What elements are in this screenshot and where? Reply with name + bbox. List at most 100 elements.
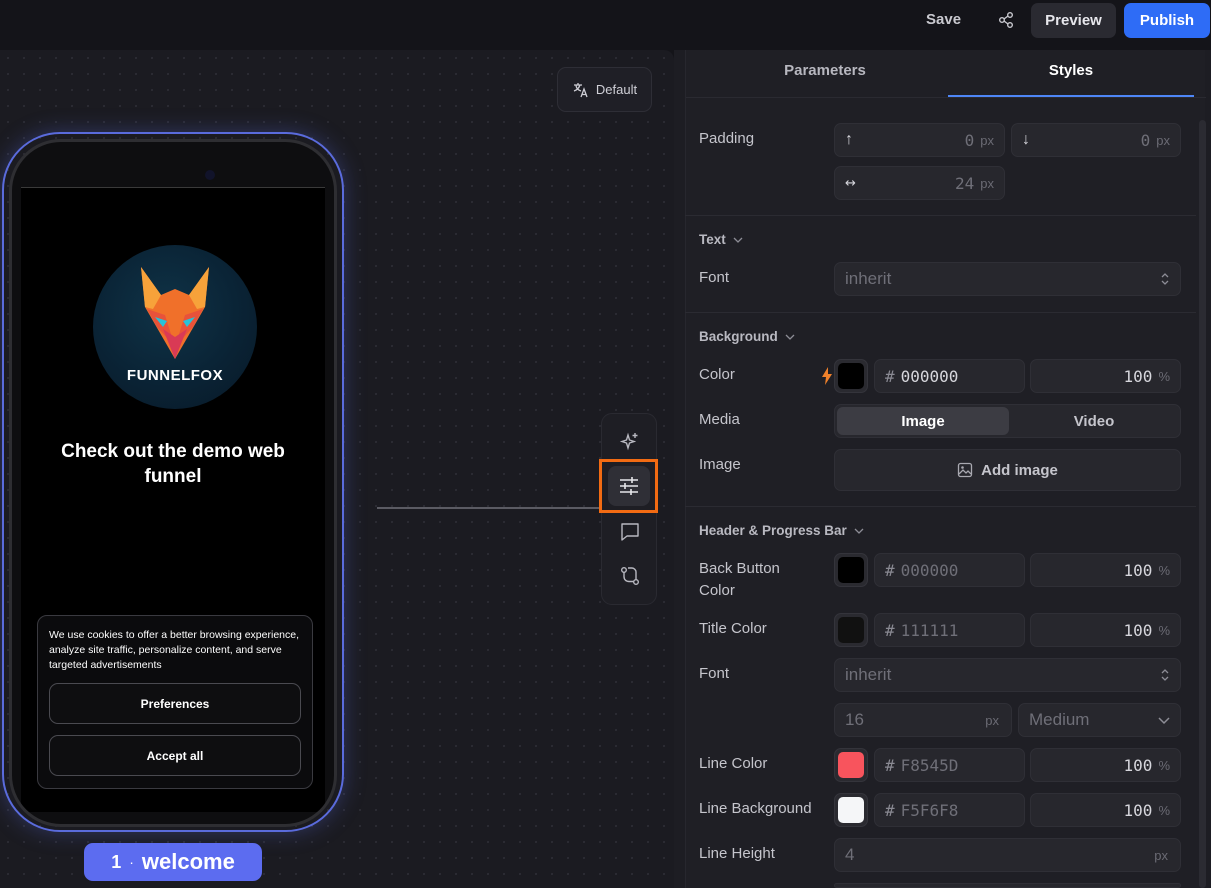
- background-section-title: Background: [699, 329, 778, 344]
- chevron-updown-icon: [1161, 273, 1169, 285]
- title-opacity-field[interactable]: 100 %: [1030, 613, 1181, 647]
- header-section-toggle[interactable]: Header & Progress Bar: [699, 523, 864, 538]
- title-color-hex: 111111: [900, 620, 959, 640]
- percent-unit: %: [1158, 802, 1170, 818]
- section-divider: [685, 312, 1196, 313]
- styles-tool-button[interactable]: [599, 459, 658, 513]
- back-button-opacity-field[interactable]: 100 %: [1030, 553, 1181, 587]
- header-font-weight-select[interactable]: Medium: [1018, 703, 1181, 737]
- line-background-hex-field[interactable]: # F5F6F8: [874, 793, 1025, 827]
- back-button-color-hex: 000000: [900, 560, 959, 580]
- image-label: Image: [699, 456, 741, 473]
- text-section-toggle[interactable]: Text: [699, 232, 743, 247]
- save-button[interactable]: Save: [926, 8, 961, 32]
- background-opacity-value: 100: [1123, 366, 1153, 386]
- arrows-horizontal-icon: ↔: [845, 175, 856, 191]
- accept-all-button[interactable]: Accept all: [49, 735, 301, 776]
- step-name: welcome: [141, 849, 235, 874]
- title-color-swatch[interactable]: [834, 613, 868, 647]
- top-bar: Save Preview Publish: [0, 0, 1211, 50]
- hash-symbol: #: [885, 620, 895, 640]
- title-color-chip: [838, 617, 864, 643]
- preview-button[interactable]: Preview: [1031, 3, 1116, 38]
- back-button-color-hex-field[interactable]: # 000000: [874, 553, 1025, 587]
- step-number: 1: [111, 851, 122, 872]
- back-button-color-swatch[interactable]: [834, 553, 868, 587]
- line-background-label: Line Background: [699, 800, 812, 817]
- line-color-swatch[interactable]: [834, 748, 868, 782]
- translate-icon: [573, 82, 588, 97]
- fox-icon: [141, 267, 209, 359]
- lightning-icon[interactable]: [822, 367, 832, 385]
- padding-label: Padding: [699, 130, 755, 147]
- media-image-option[interactable]: Image: [837, 407, 1009, 435]
- text-font-value: inherit: [845, 269, 892, 288]
- percent-unit: %: [1158, 562, 1170, 578]
- background-section-toggle[interactable]: Background: [699, 329, 795, 344]
- line-height-value: 4: [845, 845, 855, 864]
- line-background-chip: [838, 797, 864, 823]
- add-image-label: Add image: [981, 461, 1058, 479]
- ai-sparkle-icon[interactable]: [608, 422, 652, 462]
- section-divider: [685, 215, 1196, 216]
- editor-canvas[interactable]: Default FUNNELFOX Check out the demo web…: [0, 50, 674, 888]
- chevron-down-icon: [854, 528, 864, 534]
- line-opacity-field[interactable]: 100 %: [1030, 748, 1181, 782]
- font-size-unit: px: [985, 713, 999, 728]
- line-opacity-value: 100: [1123, 755, 1153, 775]
- phone-screen[interactable]: FUNNELFOX Check out the demo web funnel …: [21, 187, 325, 812]
- panel-scrollbar[interactable]: [1199, 120, 1206, 888]
- line-height-unit: px: [1154, 848, 1168, 863]
- padding-horizontal-unit: px: [980, 175, 994, 191]
- title-color-hex-field[interactable]: # 111111: [874, 613, 1025, 647]
- cookie-text: We use cookies to offer a better browsin…: [49, 629, 300, 671]
- padding-horizontal-field[interactable]: ↔ 24 px: [834, 166, 1005, 200]
- step-separator: ·: [129, 854, 134, 870]
- header-font-select[interactable]: inherit: [834, 658, 1181, 692]
- add-image-button[interactable]: Add image: [834, 449, 1181, 491]
- media-segmented-control: Image Video: [834, 404, 1181, 438]
- padding-top-unit: px: [980, 132, 994, 148]
- line-color-hex-field[interactable]: # F8545D: [874, 748, 1025, 782]
- back-button-color-label: Back Button Color: [699, 560, 780, 599]
- language-button[interactable]: Default: [557, 67, 652, 112]
- hash-symbol: #: [885, 800, 895, 820]
- background-color-swatch[interactable]: [834, 359, 868, 393]
- section-divider: [685, 506, 1196, 507]
- padding-bottom-value: 0: [1140, 130, 1151, 150]
- tab-parameters[interactable]: Parameters: [710, 62, 940, 88]
- chevron-down-icon: [733, 237, 743, 243]
- arrow-down-icon: ↓: [1022, 131, 1030, 148]
- language-label: Default: [595, 82, 638, 97]
- padding-horizontal-value: 24: [955, 173, 975, 193]
- tool-rail: [599, 413, 658, 605]
- padding-bottom-field[interactable]: ↓ 0 px: [1011, 123, 1181, 157]
- preferences-button[interactable]: Preferences: [49, 683, 301, 724]
- text-font-select[interactable]: inherit: [834, 262, 1181, 296]
- phone-frame[interactable]: FUNNELFOX Check out the demo web funnel …: [9, 139, 337, 827]
- title-color-label: Title Color: [699, 620, 767, 637]
- media-video-option[interactable]: Video: [1009, 407, 1179, 435]
- line-background-swatch[interactable]: [834, 793, 868, 827]
- padding-top-field[interactable]: ↑ 0 px: [834, 123, 1005, 157]
- screen-title: Check out the demo web funnel: [61, 441, 285, 487]
- chevron-down-icon: [1158, 717, 1170, 725]
- tab-styles[interactable]: Styles: [948, 62, 1194, 88]
- tab-divider: [686, 97, 1206, 98]
- header-divider: [21, 187, 325, 188]
- line-background-opacity-field[interactable]: 100 %: [1030, 793, 1181, 827]
- title-opacity-value: 100: [1123, 620, 1153, 640]
- share-icon[interactable]: [994, 6, 1018, 34]
- header-font-size-field[interactable]: 16 px: [834, 703, 1012, 737]
- background-color-hex-field[interactable]: # 000000: [874, 359, 1025, 393]
- hash-symbol: #: [885, 755, 895, 775]
- background-opacity-field[interactable]: 100 %: [1030, 359, 1181, 393]
- header-font-weight-value: Medium: [1029, 710, 1090, 729]
- hash-symbol: #: [885, 560, 895, 580]
- step-badge[interactable]: 1 · welcome: [84, 843, 262, 881]
- publish-button[interactable]: Publish: [1124, 3, 1210, 38]
- comment-icon[interactable]: [608, 512, 652, 552]
- line-background-hex: F5F6F8: [900, 800, 959, 820]
- line-height-field[interactable]: 4 px: [834, 838, 1181, 872]
- branch-icon[interactable]: [608, 556, 652, 596]
